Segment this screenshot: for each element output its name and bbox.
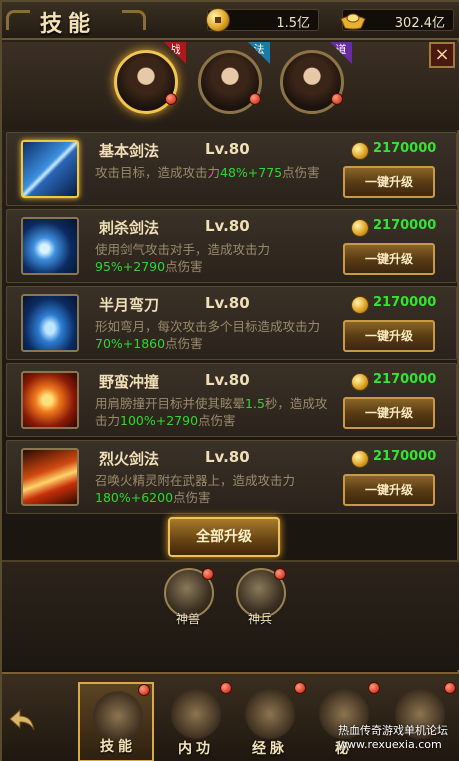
cost-value: 2170000 (373, 141, 437, 156)
ingot-amount: 302.4亿 (394, 16, 445, 31)
skill-row[interactable]: 野蛮冲撞 Lv.80 用肩膀撞开目标并使其眩晕1.5秒，造成攻击力100%+27… (6, 363, 457, 437)
sword-slash-icon[interactable] (21, 140, 79, 198)
cost-value: 2170000 (373, 372, 437, 387)
upgrade-button[interactable]: 一键升级 (343, 166, 435, 198)
tab-skills[interactable]: 技能 (78, 682, 154, 761)
cost-value: 2170000 (373, 218, 437, 233)
gold-coin-icon (351, 142, 369, 160)
notification-dot (165, 93, 177, 105)
top-bar: 技能 1.5亿 302.4亿 (2, 2, 459, 40)
skill-name: 刺杀剑法 (99, 219, 160, 237)
notification-dot (274, 568, 286, 580)
upgrade-button[interactable]: 一键升级 (343, 474, 435, 506)
charge-icon[interactable] (21, 371, 79, 429)
upgrade-cost: 2170000 (351, 218, 451, 238)
coin-amount: 1.5亿 (276, 16, 310, 31)
skill-window: 技能 1.5亿 302.4亿 战 法 道 × 基本剑法 Lv.80 攻击目标，造… (0, 0, 459, 761)
title-ornament-left (6, 10, 30, 30)
upgrade-button[interactable]: 一键升级 (343, 397, 435, 429)
upgrade-button[interactable]: 一键升级 (343, 243, 435, 275)
skill-level: Lv.80 (205, 371, 250, 389)
meditation-icon (170, 688, 222, 740)
notification-dot (220, 682, 232, 694)
skill-level: Lv.80 (205, 294, 250, 312)
title-ornament-right (122, 10, 146, 30)
skill-description: 召唤火精灵附在武器上，造成攻击力180%+6200点伤害 (95, 473, 296, 505)
skill-description: 使用剑气攻击对手，造成攻击力95%+2790点伤害 (95, 242, 271, 274)
skill-row[interactable]: 基本剑法 Lv.80 攻击目标，造成攻击力48%+775点伤害 2170000 … (6, 132, 457, 206)
tab-label: 内功 (178, 741, 214, 757)
notification-dot (444, 682, 456, 694)
tab-meridians[interactable]: 经脉 (232, 682, 308, 761)
gold-coin-icon (351, 219, 369, 237)
skill-name: 基本剑法 (99, 142, 160, 160)
flame-sword-icon[interactable] (21, 448, 79, 506)
skill-level: Lv.80 (205, 217, 250, 235)
tab-label: 经脉 (252, 741, 288, 757)
meridian-beads-icon (244, 688, 296, 740)
notification-dot (368, 682, 380, 694)
upgrade-cost: 2170000 (351, 449, 451, 469)
divine-beast-label: 神兽 (176, 612, 201, 626)
skill-list: 基本剑法 Lv.80 攻击目标，造成攻击力48%+775点伤害 2170000 … (6, 132, 457, 516)
hero-avatar-warrior[interactable] (114, 50, 178, 114)
upgrade-button[interactable]: 一键升级 (343, 320, 435, 352)
bottom-panel: 神兽 神兵 (2, 560, 459, 670)
skill-name: 半月弯刀 (99, 296, 160, 314)
skill-name: 野蛮冲撞 (99, 373, 160, 391)
ingot-counter: 302.4亿 (340, 9, 454, 31)
skill-row[interactable]: 烈火剑法 Lv.80 召唤火精灵附在武器上，造成攻击力180%+6200点伤害 … (6, 440, 457, 514)
hero-selector: 战 法 道 × (2, 42, 459, 130)
gold-ingot-icon (340, 13, 366, 30)
close-button[interactable]: × (429, 42, 455, 68)
hero-avatar-taoist[interactable] (280, 50, 344, 114)
notification-dot (249, 93, 261, 105)
coin-counter: 1.5亿 (206, 8, 319, 32)
skill-name: 烈火剑法 (99, 450, 160, 468)
watermark: 热血传奇游戏单机论坛 www.rexuexia.com (338, 724, 448, 751)
sword-qi-icon[interactable] (21, 217, 79, 275)
tab-inner-power[interactable]: 内功 (158, 682, 234, 761)
gold-coin-icon (351, 296, 369, 314)
back-arrow-icon[interactable] (6, 704, 36, 734)
hero-avatar-mage[interactable] (198, 50, 262, 114)
skill-level: Lv.80 (205, 448, 250, 466)
upgrade-cost: 2170000 (351, 141, 451, 161)
page-title: 技能 (40, 12, 97, 37)
cost-value: 2170000 (373, 295, 437, 310)
skill-description: 形如弯月，每次攻击多个目标造成攻击力70%+1860点伤害 (95, 319, 321, 351)
divine-weapon-label: 神兵 (248, 612, 273, 626)
crescent-blade-icon[interactable] (21, 294, 79, 352)
gold-coin-icon (351, 373, 369, 391)
scroll-icon (92, 690, 144, 742)
skill-row[interactable]: 半月弯刀 Lv.80 形如弯月，每次攻击多个目标造成攻击力70%+1860点伤害… (6, 286, 457, 360)
tab-label: 技能 (100, 739, 136, 755)
skill-level: Lv.80 (205, 140, 250, 158)
notification-dot (294, 682, 306, 694)
cost-value: 2170000 (373, 449, 437, 464)
notification-dot (202, 568, 214, 580)
skill-row[interactable]: 刺杀剑法 Lv.80 使用剑气攻击对手，造成攻击力95%+2790点伤害 217… (6, 209, 457, 283)
upgrade-all-button[interactable]: 全部升级 (168, 517, 280, 557)
notification-dot (331, 93, 343, 105)
skill-description: 攻击目标，造成攻击力48%+775点伤害 (95, 165, 320, 180)
notification-dot (138, 684, 150, 696)
upgrade-cost: 2170000 (351, 295, 451, 315)
skill-description: 用肩膀撞开目标并使其眩晕1.5秒，造成攻击力100%+2790点伤害 (95, 396, 328, 428)
upgrade-cost: 2170000 (351, 372, 451, 392)
gold-coin-icon (206, 8, 230, 32)
gold-coin-icon (351, 450, 369, 468)
